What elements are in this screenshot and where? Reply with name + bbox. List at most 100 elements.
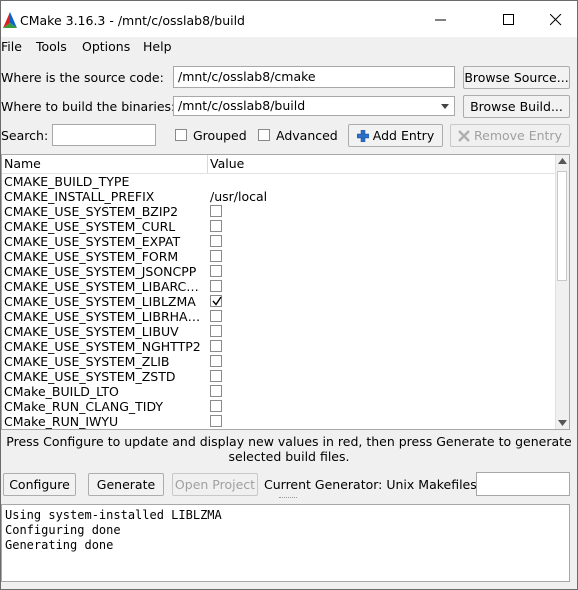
cache-entry-name: CMAKE_USE_SYSTEM_EXPAT	[4, 234, 181, 249]
table-header: Name Value	[2, 155, 557, 174]
maximize-icon	[503, 14, 514, 25]
open-project-label: Open Project	[174, 477, 256, 492]
table-row[interactable]: CMAKE_USE_SYSTEM_LIBUV	[2, 324, 557, 339]
cache-entry-name: CMAKE_INSTALL_PREFIX	[4, 189, 155, 204]
cmake-logo-icon	[3, 12, 17, 28]
advanced-label: Advanced	[276, 128, 338, 143]
browse-source-label: Browse Source...	[464, 70, 569, 85]
title-bar[interactable]: CMake 3.16.3 - /mnt/c/osslab8/build	[1, 1, 577, 37]
cache-entry-checkbox[interactable]	[210, 325, 222, 337]
cache-entry-name: CMAKE_USE_SYSTEM_JSONCPP	[4, 264, 197, 279]
table-row[interactable]: CMAKE_USE_SYSTEM_LIBRHASH	[2, 309, 557, 324]
cache-entry-checkbox[interactable]	[210, 310, 222, 322]
log-line: Generating done	[5, 538, 114, 552]
cache-entry-checkbox[interactable]	[210, 205, 222, 217]
cache-entry-name: CMake_RUN_IWYU	[4, 414, 119, 429]
column-header-name[interactable]: Name	[4, 156, 41, 171]
current-generator-label: Current Generator: Unix Makefiles	[264, 477, 477, 492]
cache-entry-checkbox[interactable]	[210, 415, 222, 427]
advanced-checkbox[interactable]	[258, 129, 270, 141]
build-path-value: /mnt/c/osslab8/build	[178, 98, 306, 113]
cache-entry-checkbox[interactable]	[210, 265, 222, 277]
generator-field[interactable]	[476, 472, 570, 496]
cache-entry-checkbox[interactable]	[210, 250, 222, 262]
cache-entry-checkbox[interactable]	[210, 400, 222, 412]
browse-source-button[interactable]: Browse Source...	[463, 66, 570, 89]
table-row[interactable]: CMAKE_USE_SYSTEM_EXPAT	[2, 234, 557, 249]
cache-entry-checkbox[interactable]	[210, 280, 222, 292]
close-button[interactable]	[536, 7, 576, 33]
table-row[interactable]: CMAKE_USE_SYSTEM_ZSTD	[2, 369, 557, 384]
table-row[interactable]: CMake_BUILD_LTO	[2, 384, 557, 399]
grouped-label: Grouped	[193, 128, 247, 143]
cache-entry-name: CMAKE_USE_SYSTEM_BZIP2	[4, 204, 179, 219]
generate-label: Generate	[96, 477, 156, 492]
cache-entry-name: CMake_BUILD_LTO	[4, 384, 119, 399]
minimize-icon	[435, 19, 446, 21]
grouped-checkbox[interactable]	[175, 129, 187, 141]
menu-file[interactable]: File	[1, 39, 22, 54]
scroll-down-icon	[558, 420, 567, 426]
browse-build-label: Browse Build...	[470, 99, 563, 114]
minimize-button[interactable]	[421, 7, 461, 33]
open-project-button[interactable]: Open Project	[172, 473, 258, 496]
table-row[interactable]: CMAKE_USE_SYSTEM_CURL	[2, 219, 557, 234]
cache-entry-checkbox[interactable]	[210, 340, 222, 352]
cache-entry-name: CMAKE_USE_SYSTEM_LIBLZMA	[4, 294, 196, 309]
column-separator[interactable]	[207, 155, 208, 173]
table-row[interactable]: CMAKE_BUILD_TYPE	[2, 174, 557, 189]
output-log[interactable]: Using system-installed LIBLZMA Configuri…	[1, 504, 570, 582]
table-row[interactable]: CMAKE_USE_SYSTEM_ZLIB	[2, 354, 557, 369]
scrollbar-thumb[interactable]	[557, 171, 567, 281]
cache-entry-checkbox[interactable]	[210, 385, 222, 397]
cache-entry-checkbox[interactable]	[210, 355, 222, 367]
search-label: Search:	[1, 128, 49, 143]
menu-options[interactable]: Options	[82, 39, 130, 54]
cache-entry-checkbox[interactable]	[210, 295, 222, 307]
scroll-up-icon	[558, 158, 567, 164]
menu-tools[interactable]: Tools	[36, 39, 67, 54]
maximize-button[interactable]	[489, 7, 529, 33]
table-row[interactable]: CMake_RUN_IWYU	[2, 414, 557, 429]
cache-entry-checkbox[interactable]	[210, 220, 222, 232]
table-row[interactable]: CMAKE_USE_SYSTEM_LIBARCH...	[2, 279, 557, 294]
configure-button[interactable]: Configure	[3, 473, 76, 496]
menu-help[interactable]: Help	[143, 39, 172, 54]
cache-entry-checkbox[interactable]	[210, 370, 222, 382]
table-row[interactable]: CMAKE_USE_SYSTEM_LIBLZMA	[2, 294, 557, 309]
cache-entry-name: CMAKE_USE_SYSTEM_LIBARCH...	[4, 279, 204, 294]
cache-entry-value[interactable]: /usr/local	[210, 189, 267, 204]
plus-icon	[356, 129, 369, 142]
table-row[interactable]: CMAKE_USE_SYSTEM_FORM	[2, 249, 557, 264]
table-row[interactable]: CMAKE_USE_SYSTEM_NGHTTP2	[2, 339, 557, 354]
configure-hint: Press Configure to update and display ne…	[6, 434, 572, 464]
cache-entry-name: CMAKE_USE_SYSTEM_CURL	[4, 219, 176, 234]
cache-entry-name: CMAKE_USE_SYSTEM_ZLIB	[4, 354, 170, 369]
cache-entry-name: CMAKE_USE_SYSTEM_LIBRHASH	[4, 309, 204, 324]
source-path-input[interactable]: /mnt/c/osslab8/cmake	[173, 66, 455, 88]
cache-table: Name Value CMAKE_BUILD_TYPE CMAKE_INSTALL…	[1, 154, 570, 430]
build-path-combobox[interactable]: /mnt/c/osslab8/build	[173, 96, 455, 116]
column-header-value[interactable]: Value	[210, 156, 244, 171]
generate-button[interactable]: Generate	[88, 473, 164, 496]
log-line: Configuring done	[5, 523, 121, 537]
table-row[interactable]: CMake_RUN_CLANG_TIDY	[2, 399, 557, 414]
table-scrollbar[interactable]	[555, 155, 569, 429]
browse-build-button[interactable]: Browse Build...	[463, 95, 570, 118]
table-row[interactable]: CMAKE_USE_SYSTEM_JSONCPP	[2, 264, 557, 279]
cmake-window: CMake 3.16.3 - /mnt/c/osslab8/build File…	[0, 0, 578, 590]
close-icon	[550, 14, 562, 26]
cache-entry-name: CMAKE_USE_SYSTEM_ZSTD	[4, 369, 176, 384]
table-row[interactable]: CMAKE_USE_SYSTEM_BZIP2	[2, 204, 557, 219]
menu-bar: File Tools Options Help	[1, 37, 577, 57]
source-label: Where is the source code:	[1, 70, 164, 85]
table-row[interactable]: CMAKE_INSTALL_PREFIX/usr/local	[2, 189, 557, 204]
splitter-handle[interactable]	[279, 497, 297, 500]
add-entry-button[interactable]: Add Entry	[348, 124, 443, 147]
cache-entry-name: CMAKE_USE_SYSTEM_FORM	[4, 249, 179, 264]
dropdown-arrow-icon	[441, 104, 449, 109]
cache-entry-checkbox[interactable]	[210, 235, 222, 247]
cache-entry-name: CMAKE_USE_SYSTEM_LIBUV	[4, 324, 179, 339]
search-input[interactable]	[52, 124, 156, 146]
remove-entry-button[interactable]: Remove Entry	[450, 124, 570, 147]
